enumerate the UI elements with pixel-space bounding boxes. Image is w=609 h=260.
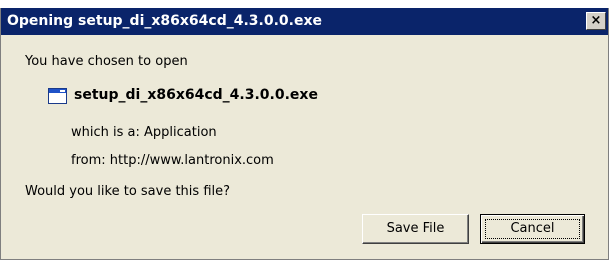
intro-text: You have chosen to open — [25, 54, 188, 69]
save-file-button[interactable]: Save File — [362, 214, 469, 244]
close-button[interactable]: × — [586, 12, 606, 30]
file-source-text: from: http://www.lantronix.com — [71, 153, 274, 168]
title-bar[interactable]: Opening setup_di_x86x64cd_4.3.0.0.exe × — [1, 8, 608, 35]
file-download-dialog: Opening setup_di_x86x64cd_4.3.0.0.exe × … — [0, 8, 609, 260]
file-type-text: which is a: Application — [71, 125, 217, 140]
dialog-title: Opening setup_di_x86x64cd_4.3.0.0.exe — [7, 13, 322, 29]
close-icon: × — [590, 13, 602, 28]
application-window-icon — [48, 88, 67, 104]
cancel-button[interactable]: Cancel — [480, 214, 585, 244]
focus-rectangle — [485, 219, 580, 239]
file-name: setup_di_x86x64cd_4.3.0.0.exe — [74, 87, 318, 103]
save-question: Would you like to save this file? — [25, 184, 231, 199]
